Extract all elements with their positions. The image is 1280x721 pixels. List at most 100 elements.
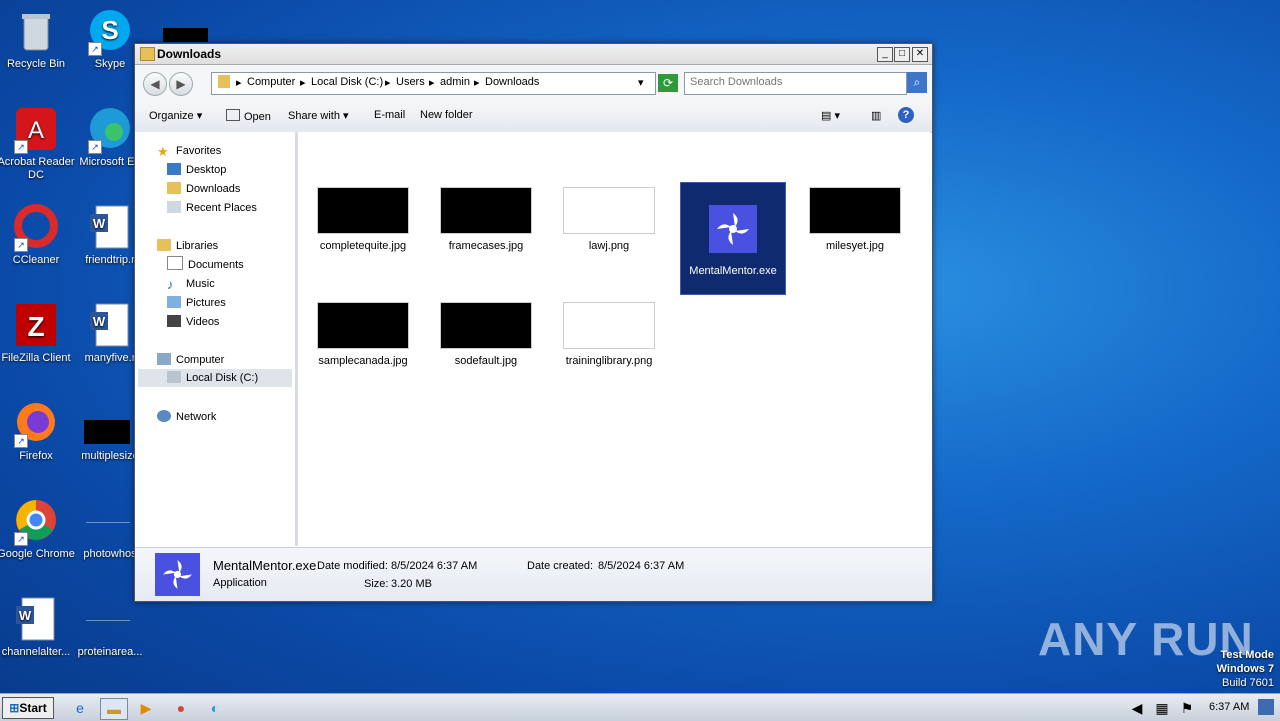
desktop-icon-proteinarea[interactable]: proteinarea...	[70, 596, 150, 659]
details-file-name: MentalMentor.exe	[213, 558, 317, 573]
internet-explorer-icon[interactable]: e	[70, 698, 90, 718]
desktop-icon-channelalter[interactable]: W channelalter...	[0, 596, 76, 659]
breadcrumb-computer[interactable]: Computer	[247, 76, 295, 88]
search-box[interactable]	[684, 72, 907, 95]
nav-label: Music	[186, 278, 215, 290]
show-desktop-button[interactable]	[1258, 699, 1274, 715]
share-with-button[interactable]: Share with ▾	[288, 109, 349, 122]
start-button[interactable]: ⊞Start	[2, 697, 54, 719]
action-center-flag-icon[interactable]: ⚑	[1177, 698, 1197, 718]
edge-icon[interactable]: ◐	[205, 698, 225, 718]
desktop-icon-filezilla[interactable]: Z FileZilla Client	[0, 302, 76, 365]
details-size-value: 3.20 MB	[391, 578, 432, 590]
media-player-icon[interactable]: ▶	[136, 698, 156, 718]
breadcrumb-local-disk[interactable]: Local Disk (C:)	[311, 76, 383, 88]
chevron-down-icon[interactable]: ▾	[638, 76, 644, 89]
explorer-taskbar-icon[interactable]: ▬	[100, 698, 128, 720]
file-item[interactable]: traininglibrary.png	[557, 302, 661, 367]
folder-icon	[140, 47, 155, 61]
organize-button[interactable]: Organize ▾	[149, 109, 202, 122]
minimize-button[interactable]: _	[877, 47, 893, 62]
nav-libraries[interactable]: Libraries	[157, 237, 218, 255]
address-bar[interactable]: ▸ Computer ▸ Local Disk (C:) ▸ Users ▸ a…	[211, 72, 656, 95]
forward-button[interactable]: ▶	[169, 72, 193, 96]
nav-music[interactable]: ♪ Music	[167, 275, 215, 293]
nav-local-disk[interactable]: Local Disk (C:)	[138, 369, 292, 387]
explorer-window[interactable]: Downloads _ □ ✕ ◀ ▶ ▸ Computer ▸ Local D…	[134, 43, 933, 602]
file-name: samplecanada.jpg	[318, 355, 408, 367]
new-folder-button[interactable]: New folder	[420, 109, 473, 121]
details-modified-label: Date modified:	[317, 560, 388, 572]
desktop-icon-recycle-bin[interactable]: Recycle Bin	[0, 8, 76, 71]
file-thumbnail	[563, 187, 655, 234]
local-disk-icon	[167, 371, 181, 383]
chrome-icon[interactable]: ●	[171, 698, 191, 718]
shortcut-arrow-icon: ↗	[88, 42, 102, 56]
file-name: lawj.png	[588, 240, 630, 252]
desktop-icon-chrome[interactable]: ↗ Google Chrome	[0, 498, 76, 561]
nav-desktop[interactable]: Desktop	[167, 161, 226, 179]
nav-favorites[interactable]: ★ Favorites	[157, 142, 221, 160]
file-name: milesyet.jpg	[825, 240, 885, 252]
file-item[interactable]: sodefault.jpg	[434, 302, 538, 367]
svg-text:Z: Z	[27, 311, 44, 342]
chrome-icon: ↗	[12, 498, 60, 546]
file-item[interactable]: lawj.png	[557, 187, 661, 252]
breadcrumb-admin[interactable]: admin	[440, 76, 470, 88]
image-file-icon	[84, 400, 134, 448]
shortcut-arrow-icon: ↗	[14, 238, 28, 252]
breadcrumb-users[interactable]: Users	[396, 76, 425, 88]
nav-recent-places[interactable]: Recent Places	[167, 199, 257, 217]
preview-pane-icon[interactable]: ▥	[871, 109, 881, 122]
word-document-icon: W	[12, 596, 60, 644]
clock[interactable]: 6:37 AM	[1209, 701, 1249, 713]
details-modified-value: 8/5/2024 6:37 AM	[391, 560, 478, 572]
breadcrumb-separator: ▸	[236, 77, 242, 89]
refresh-icon[interactable]: ⟳	[658, 74, 678, 92]
volume-icon[interactable]: ◀	[1127, 698, 1147, 718]
desktop-icon-ccleaner[interactable]: ↗ CCleaner	[0, 204, 76, 267]
breadcrumb-separator: ▸	[474, 77, 480, 89]
file-item-selected[interactable]: MentalMentor.exe	[680, 182, 786, 295]
open-button[interactable]: Open	[226, 109, 271, 123]
search-input[interactable]	[685, 73, 905, 91]
nav-downloads[interactable]: Downloads	[167, 180, 240, 198]
desktop-icon-acrobat[interactable]: A ↗ Acrobat Reader DC	[0, 106, 76, 182]
libraries-icon	[157, 239, 171, 251]
svg-text:A: A	[28, 117, 44, 144]
file-name: framecases.jpg	[448, 240, 524, 252]
maximize-button[interactable]: □	[894, 47, 910, 62]
command-bar: Organize ▾ Open Share with ▾ E-mail New …	[135, 101, 932, 133]
desktop-icon-firefox[interactable]: ↗ Firefox	[0, 400, 76, 463]
email-button[interactable]: E-mail	[374, 109, 405, 121]
breadcrumb-downloads[interactable]: Downloads	[485, 76, 539, 88]
search-icon[interactable]: ⌕	[907, 72, 927, 93]
back-button[interactable]: ◀	[143, 72, 167, 96]
nav-videos[interactable]: Videos	[167, 313, 219, 331]
file-thumbnail	[317, 187, 409, 234]
nav-network[interactable]: Network	[157, 408, 216, 426]
network-icon	[157, 410, 171, 422]
nav-pictures[interactable]: Pictures	[167, 294, 226, 312]
file-item[interactable]: completequite.jpg	[311, 187, 415, 252]
windows-logo-icon: ⊞	[9, 701, 20, 715]
title-bar[interactable]: Downloads _ □ ✕	[135, 44, 932, 65]
nav-documents[interactable]: Documents	[167, 256, 244, 274]
nav-computer[interactable]: Computer	[157, 351, 224, 369]
ccleaner-icon: ↗	[12, 204, 60, 252]
close-button[interactable]: ✕	[912, 47, 928, 62]
view-options-icon[interactable]: ▤ ▾	[821, 109, 840, 122]
computer-icon	[157, 353, 171, 365]
help-icon[interactable]: ?	[898, 107, 914, 123]
file-thumbnail	[317, 302, 409, 349]
file-item[interactable]: samplecanada.jpg	[311, 302, 415, 367]
file-thumbnail	[440, 187, 532, 234]
image-file-icon	[86, 596, 134, 644]
details-size-label: Size:	[364, 578, 389, 590]
file-item[interactable]: framecases.jpg	[434, 187, 538, 252]
file-name: MentalMentor.exe	[689, 265, 777, 277]
file-item[interactable]: milesyet.jpg	[803, 187, 907, 252]
test-mode-line: Test Mode	[1220, 649, 1274, 661]
network-status-icon[interactable]: ▦	[1152, 698, 1172, 718]
nav-label: Network	[176, 411, 217, 423]
